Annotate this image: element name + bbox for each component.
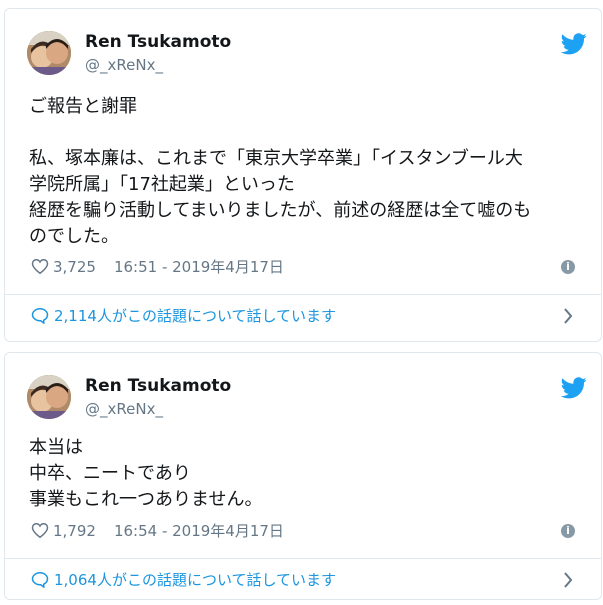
avatar[interactable] — [27, 31, 71, 75]
author-handle[interactable]: @_xReNx_ — [85, 56, 163, 74]
speech-bubble-icon — [31, 571, 49, 588]
chevron-right-icon[interactable] — [563, 572, 573, 588]
tweet-meta: 1,792 16:54 - 2019年4月17日 — [31, 520, 284, 541]
divider — [5, 558, 601, 559]
tweet-timestamp[interactable]: 16:54 - 2019年4月17日 — [114, 520, 284, 541]
like-count: 1,792 — [53, 521, 96, 540]
conversation-link[interactable]: 2,114人がこの話題について話しています — [31, 305, 336, 326]
like-count: 3,725 — [53, 257, 96, 276]
conversation-text: 1,064人がこの話題について話しています — [54, 571, 337, 589]
tweet-card[interactable]: Ren Tsukamoto @_xReNx_ ご報告と謝罪 私、塚本廉は、これま… — [4, 8, 602, 342]
author-name[interactable]: Ren Tsukamoto — [85, 32, 231, 52]
avatar[interactable] — [27, 375, 71, 419]
info-icon[interactable]: i — [561, 260, 575, 274]
twitter-bird-icon[interactable] — [561, 33, 587, 55]
heart-icon[interactable] — [31, 522, 49, 539]
tweet-text-line: ご報告と謝罪 — [29, 96, 137, 117]
tweet-text-line: 学院所属」「17社起業」といった — [29, 174, 295, 195]
tweet-text-line: のでした。 — [29, 226, 119, 247]
conversation-text: 2,114人がこの話題について話しています — [54, 307, 337, 325]
tweet-text-line: 私、塚本廉は、これまで「東京大学卒業」「イスタンブール大 — [29, 148, 523, 169]
tweet-timestamp[interactable]: 16:51 - 2019年4月17日 — [114, 256, 284, 277]
tweet-text-line: 本当は — [29, 437, 83, 458]
speech-bubble-icon — [31, 307, 49, 324]
info-icon[interactable]: i — [561, 524, 575, 538]
author-name[interactable]: Ren Tsukamoto — [85, 376, 231, 396]
chevron-right-icon[interactable] — [563, 308, 573, 324]
twitter-bird-icon[interactable] — [561, 377, 587, 399]
tweet-card[interactable]: Ren Tsukamoto @_xReNx_ 本当は 中卒、ニートであり 事業も… — [4, 352, 602, 600]
tweet-text-line: 経歴を騙り活動してまいりましたが、前述の経歴は全て嘘のも — [29, 200, 532, 221]
tweet-meta: 3,725 16:51 - 2019年4月17日 — [31, 256, 284, 277]
author-handle[interactable]: @_xReNx_ — [85, 400, 163, 418]
tweet-text-line: 事業もこれ一つありません。 — [29, 489, 263, 510]
heart-icon[interactable] — [31, 258, 49, 275]
divider — [5, 294, 601, 295]
tweet-text-line: 中卒、ニートであり — [29, 463, 191, 484]
conversation-link[interactable]: 1,064人がこの話題について話しています — [31, 569, 336, 590]
